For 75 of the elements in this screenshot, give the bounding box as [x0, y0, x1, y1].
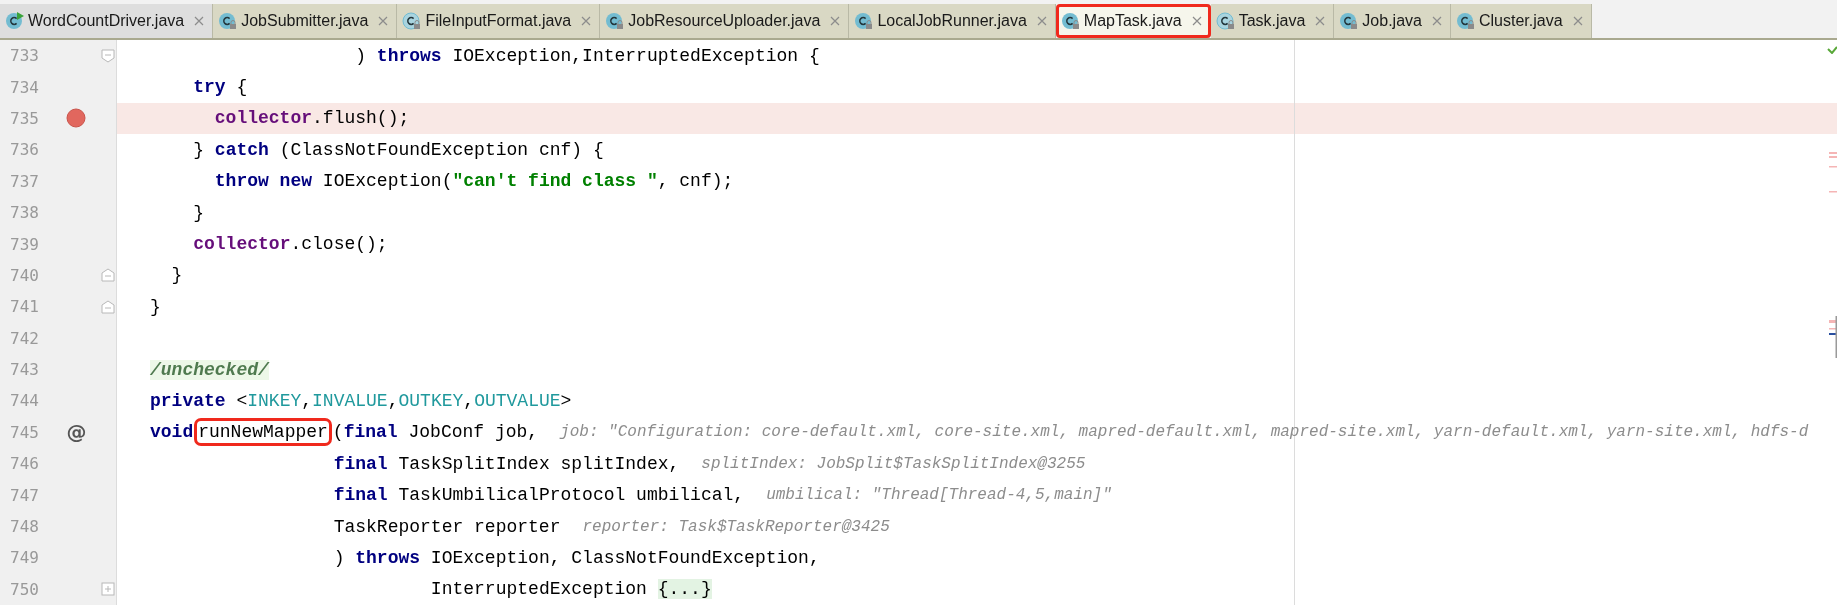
line-number: 748	[9, 517, 40, 537]
editor-tab[interactable]: Task.java	[1210, 4, 1335, 38]
close-icon[interactable]	[1431, 16, 1442, 26]
inline-hint: reporter: Task$TaskReporter@3425	[582, 517, 890, 536]
code-line: (final JobConf job,	[332, 422, 539, 443]
line-number: 740	[9, 265, 40, 285]
code-line: final TaskSplitIndex splitIndex,	[333, 453, 680, 474]
line-number: 750	[9, 579, 40, 599]
code-line: final TaskUmbilicalProtocol umbilical,	[333, 485, 745, 506]
folded-code[interactable]: {...}	[657, 579, 712, 600]
class-icon	[217, 11, 238, 31]
close-icon[interactable]	[1036, 16, 1047, 26]
editor-tab[interactable]: MapTask.java	[1055, 4, 1211, 38]
line-number: 736	[9, 140, 40, 160]
class-icon	[1338, 11, 1359, 31]
code-line: ) throws IOException,InterruptedException {	[355, 45, 820, 66]
line-number: 744	[9, 391, 40, 411]
class-icon	[1454, 11, 1475, 31]
class-icon	[1214, 11, 1235, 31]
line-number: 741	[9, 297, 40, 317]
line-number: 738	[9, 203, 40, 223]
line-number: 733	[9, 46, 40, 66]
line-number: 734	[9, 77, 40, 97]
class-icon	[853, 11, 874, 31]
code-line: } catch (ClassNotFoundException cnf) {	[193, 139, 604, 160]
code-line: TaskReporter reporter	[333, 516, 561, 537]
override-marker[interactable]: @	[66, 420, 87, 445]
class-icon	[401, 11, 422, 31]
class-icon	[1059, 11, 1080, 31]
code-line: ) throws IOException, ClassNotFoundException,	[333, 547, 820, 568]
code-line: InterruptedException	[430, 579, 648, 600]
code-line: }	[171, 265, 183, 286]
inline-hint: splitIndex: JobSplit$TaskSplitIndex@3255	[701, 454, 1086, 473]
expand-icon[interactable]	[101, 582, 116, 597]
fold-icon[interactable]	[101, 268, 116, 283]
line-number: 742	[9, 328, 40, 348]
code-line: }	[193, 202, 205, 223]
editor-tab[interactable]: LocalJobRunner.java	[849, 4, 1056, 38]
close-icon[interactable]	[581, 16, 592, 26]
fold-icon[interactable]	[101, 48, 116, 63]
code-line: }	[150, 296, 161, 317]
line-number: 746	[9, 454, 40, 474]
close-icon[interactable]	[378, 16, 389, 26]
code-line: collector.close();	[193, 234, 388, 255]
comment-text: /unchecked/	[150, 359, 269, 380]
editor-tab[interactable]: JobSubmitter.java	[213, 4, 398, 38]
close-icon[interactable]	[830, 16, 841, 26]
editor-tab[interactable]: WordCountDriver.java	[0, 4, 214, 38]
line-number: 737	[9, 171, 40, 191]
close-icon[interactable]	[1572, 16, 1583, 26]
code-line: throw new IOException("can't find class ", cnf);	[214, 171, 734, 192]
line-number: 743	[9, 360, 40, 380]
code-line: private <INKEY,INVALUE,OUTKEY,OUTVALUE>	[150, 391, 572, 411]
class-icon	[604, 11, 625, 31]
code-line: try {	[193, 77, 248, 98]
close-icon[interactable]	[1191, 16, 1202, 26]
inline-hint: umbilical: "Thread[Thread-4,5,main]"	[766, 486, 1112, 505]
editor-tab[interactable]: Job.java	[1334, 4, 1451, 38]
fold-icon[interactable]	[101, 299, 116, 314]
close-icon[interactable]	[194, 16, 205, 26]
editor-tab[interactable]: FileInputFormat.java	[397, 4, 601, 38]
editor-tab[interactable]: JobResourceUploader.java	[600, 4, 850, 38]
close-icon[interactable]	[1315, 16, 1326, 26]
runnable-class-icon	[4, 11, 24, 31]
breakpoint-icon[interactable]	[66, 108, 87, 129]
line-number: 749	[9, 548, 40, 568]
editor-tab[interactable]: Cluster.java	[1450, 4, 1592, 38]
code-line: void	[150, 422, 194, 443]
line-number: 745	[9, 422, 40, 442]
inline-hint: job: "Configuration: core-default.xml, core-site.xml, mapred-default.xml, mapred-site.xml, yarn-default.xml, yarn-site.xml, hdfs-d	[560, 423, 1809, 442]
check-icon	[1827, 46, 1837, 54]
line-number: 747	[9, 485, 40, 505]
line-number: 739	[9, 234, 40, 254]
code-line: collector.flush();	[214, 108, 410, 129]
line-number: 735	[9, 108, 40, 128]
